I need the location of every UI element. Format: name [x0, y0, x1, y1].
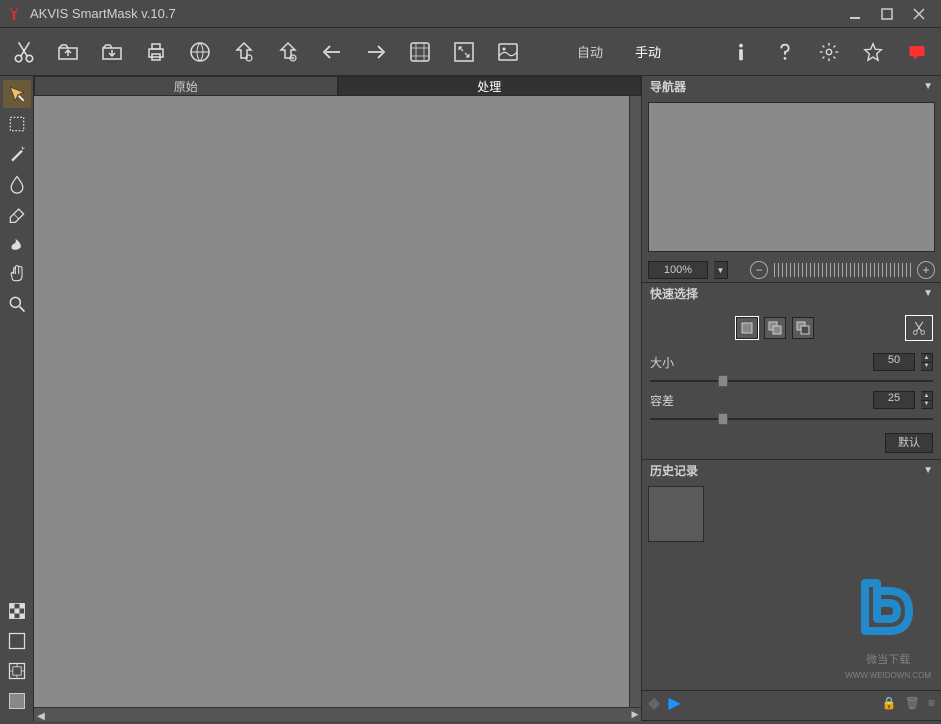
- main-toolbar: 自动 手动: [0, 28, 941, 76]
- titlebar: AKVIS SmartMask v.10.7: [0, 0, 941, 28]
- mode-auto[interactable]: 自动: [567, 38, 613, 65]
- history-lock-icon[interactable]: 🔒: [882, 696, 897, 710]
- view-tabs: 原始 处理: [34, 76, 641, 96]
- new-selection-icon[interactable]: [736, 317, 758, 339]
- collapse-icon[interactable]: ▼: [923, 288, 933, 299]
- minimize-button[interactable]: [839, 2, 871, 26]
- mode-manual[interactable]: 手动: [625, 38, 671, 65]
- history-body: 微当下载 WWW.WEIDOWN.COM: [642, 480, 941, 690]
- zoom-in-icon[interactable]: +: [917, 261, 935, 279]
- magic-brush-tool-icon[interactable]: [3, 140, 31, 168]
- eraser-tool-icon[interactable]: [3, 200, 31, 228]
- navigator-controls: 100% ▼ − +: [642, 258, 941, 282]
- scroll-right-icon[interactable]: ▶: [629, 707, 641, 721]
- size-row: 大小 50 ▲▼: [650, 353, 933, 371]
- checkerboard-view-icon[interactable]: [3, 597, 31, 625]
- canvas-area: [34, 96, 641, 707]
- scroll-left-icon[interactable]: ◀: [34, 710, 48, 724]
- help-icon[interactable]: [769, 36, 801, 68]
- scissors-icon[interactable]: [8, 36, 40, 68]
- zoom-dropdown-icon[interactable]: ▼: [714, 261, 728, 279]
- notification-icon[interactable]: [901, 36, 933, 68]
- size-label: 大小: [650, 354, 700, 371]
- info-icon[interactable]: [725, 36, 757, 68]
- history-thumbnail[interactable]: [648, 486, 704, 542]
- history-back-icon[interactable]: ◆: [648, 693, 660, 713]
- fit-screen-icon[interactable]: [448, 36, 480, 68]
- tolerance-slider[interactable]: [650, 415, 933, 423]
- settings-icon[interactable]: [813, 36, 845, 68]
- favorite-icon[interactable]: [857, 36, 889, 68]
- left-toolbar: [0, 76, 34, 721]
- collapse-icon[interactable]: ▼: [923, 465, 933, 476]
- history-header: 历史记录 ▼: [642, 460, 941, 480]
- history-footer: ◆ ▶ 🔒 🗑 ≡: [642, 690, 941, 714]
- black-view-icon[interactable]: [3, 627, 31, 655]
- tolerance-row: 容差 25 ▲▼: [650, 391, 933, 409]
- quick-select-panel: 快速选择 ▼ 大小 50 ▲▼: [642, 283, 941, 460]
- navigator-title: 导航器: [650, 78, 686, 95]
- size-spinner[interactable]: ▲▼: [921, 353, 933, 371]
- hand-tool-icon[interactable]: [3, 260, 31, 288]
- subtract-selection-icon[interactable]: [792, 317, 814, 339]
- zoom-slider[interactable]: [774, 263, 911, 277]
- add-selection-icon[interactable]: [764, 317, 786, 339]
- quick-select-title: 快速选择: [650, 285, 698, 302]
- share-icon[interactable]: [184, 36, 216, 68]
- watermark-text: 微当下载: [845, 651, 931, 667]
- history-forward-icon[interactable]: ▶: [668, 693, 680, 713]
- navigator-header: 导航器 ▼: [642, 76, 941, 96]
- zoom-out-icon[interactable]: −: [750, 261, 768, 279]
- zoom-tool-icon[interactable]: [3, 290, 31, 318]
- history-panel: 历史记录 ▼ 微当下载 WWW.WEIDOWN.COM ◆ ▶ 🔒 🗑 ≡: [642, 460, 941, 721]
- watermark: 微当下载 WWW.WEIDOWN.COM: [845, 567, 931, 680]
- size-slider[interactable]: [650, 377, 933, 385]
- history-delete-icon[interactable]: 🗑: [905, 696, 920, 710]
- quick-select-tool-icon[interactable]: [3, 80, 31, 108]
- history-menu-icon[interactable]: ≡: [928, 696, 935, 710]
- collapse-icon[interactable]: ▼: [923, 81, 933, 92]
- app-icon: [6, 6, 22, 22]
- canvas[interactable]: [34, 96, 629, 707]
- blur-tool-icon[interactable]: [3, 170, 31, 198]
- smudge-tool-icon[interactable]: [3, 230, 31, 258]
- selection-mode-buttons: [650, 309, 933, 347]
- tab-process[interactable]: 处理: [338, 76, 642, 95]
- selection-tool-icon[interactable]: [3, 110, 31, 138]
- tolerance-input[interactable]: 25: [873, 391, 915, 409]
- cut-selection-icon[interactable]: [905, 315, 933, 341]
- maximize-button[interactable]: [871, 2, 903, 26]
- navigator-preview[interactable]: [648, 102, 935, 252]
- navigator-panel: 导航器 ▼ 100% ▼ − +: [642, 76, 941, 283]
- open-file-icon[interactable]: [52, 36, 84, 68]
- close-button[interactable]: [903, 2, 935, 26]
- gray-view-icon[interactable]: [3, 687, 31, 715]
- size-input[interactable]: 50: [873, 353, 915, 371]
- vertical-scrollbar[interactable]: [629, 96, 641, 707]
- process-icon[interactable]: [404, 36, 436, 68]
- right-panels: 导航器 ▼ 100% ▼ − + 快速选择 ▼: [641, 76, 941, 721]
- undo-icon[interactable]: [316, 36, 348, 68]
- image-icon[interactable]: [492, 36, 524, 68]
- watermark-sub: WWW.WEIDOWN.COM: [845, 671, 931, 680]
- export-preset-icon[interactable]: [272, 36, 304, 68]
- main-area: 原始 处理 ◀ ▶ 导航器 ▼ 100% ▼ −: [0, 76, 941, 721]
- print-icon[interactable]: [140, 36, 172, 68]
- app-title: AKVIS SmartMask v.10.7: [30, 6, 839, 21]
- quick-select-header: 快速选择 ▼: [642, 283, 941, 303]
- zoom-value[interactable]: 100%: [648, 261, 708, 279]
- tolerance-spinner[interactable]: ▲▼: [921, 391, 933, 409]
- redo-icon[interactable]: [360, 36, 392, 68]
- default-button[interactable]: 默认: [885, 433, 933, 453]
- horizontal-scrollbar[interactable]: ◀: [34, 707, 629, 721]
- tab-original[interactable]: 原始: [34, 76, 338, 95]
- center-area: 原始 处理 ◀ ▶: [34, 76, 641, 721]
- history-title: 历史记录: [650, 462, 698, 479]
- import-preset-icon[interactable]: [228, 36, 260, 68]
- custom-view-icon[interactable]: [3, 657, 31, 685]
- save-file-icon[interactable]: [96, 36, 128, 68]
- tolerance-label: 容差: [650, 392, 700, 409]
